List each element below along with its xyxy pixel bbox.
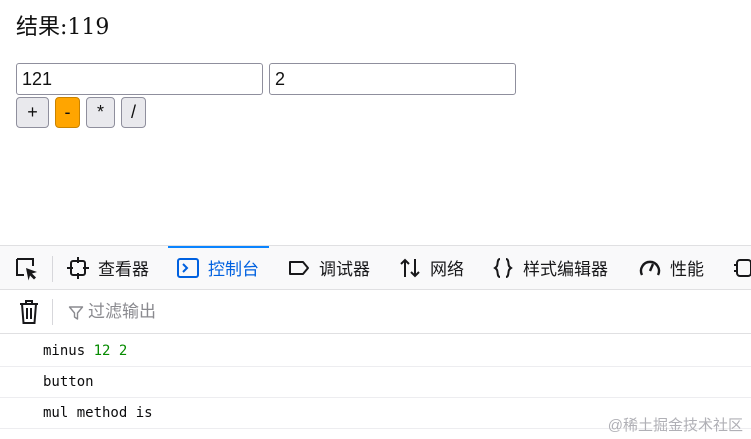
console-message: button	[0, 367, 751, 398]
tab-label: 样式编辑器	[523, 260, 608, 279]
tab-label: 性能	[670, 260, 704, 279]
tabbar-divider	[52, 256, 53, 282]
tab-network[interactable]: 网络	[398, 246, 464, 289]
filterbar-divider	[52, 299, 53, 325]
multiply-button[interactable]: *	[86, 97, 115, 128]
console-message: minus 12 2	[0, 336, 751, 367]
tab-performance[interactable]: 性能	[638, 246, 704, 289]
tab-label: 查看器	[98, 260, 149, 279]
console-icon	[176, 256, 200, 280]
console-message-text: minus	[43, 343, 86, 359]
style-editor-icon	[491, 256, 515, 280]
filter-icon	[68, 305, 84, 321]
filter-output-input[interactable]	[88, 299, 588, 325]
tab-label: 控制台	[208, 260, 259, 279]
memory-icon	[732, 256, 751, 280]
trash-icon[interactable]	[17, 299, 41, 325]
tab-console[interactable]: 控制台	[168, 246, 269, 289]
devtools-tabbar: 查看器 控制台 调试器 网络 样式编辑器 性能	[0, 246, 751, 290]
watermark: @稀土掘金技术社区	[607, 417, 743, 434]
console-filterbar	[0, 290, 751, 334]
devtools-panel: 查看器 控制台 调试器 网络 样式编辑器 性能 过滤输出 minus 12 2 …	[0, 245, 751, 439]
tab-label: 网络	[430, 260, 464, 279]
performance-icon	[638, 256, 662, 280]
subtract-button[interactable]: -	[55, 97, 80, 128]
console-message-text: mul method is	[43, 405, 153, 421]
result-label: 结果:	[16, 15, 68, 40]
result-display: 结果:119	[16, 9, 109, 41]
tab-label: 调试器	[319, 260, 370, 279]
console-message-args: 12 2	[93, 343, 128, 359]
console-message-text: button	[43, 374, 94, 390]
operand-a-input[interactable]	[16, 63, 263, 95]
divide-button[interactable]: /	[121, 97, 146, 128]
tab-style-editor[interactable]: 样式编辑器	[491, 246, 608, 289]
tab-inspector[interactable]: 查看器	[66, 246, 149, 289]
result-value: 119	[67, 15, 110, 40]
add-button[interactable]: +	[16, 97, 49, 128]
network-icon	[398, 256, 422, 280]
debugger-icon	[287, 256, 311, 280]
operand-b-input[interactable]	[269, 63, 516, 95]
page-content: 结果:119 + - * /	[0, 0, 751, 245]
inspector-icon	[66, 256, 90, 280]
element-picker-icon[interactable]	[14, 256, 40, 282]
tab-debugger[interactable]: 调试器	[287, 246, 370, 289]
tab-overflow[interactable]	[732, 246, 751, 289]
